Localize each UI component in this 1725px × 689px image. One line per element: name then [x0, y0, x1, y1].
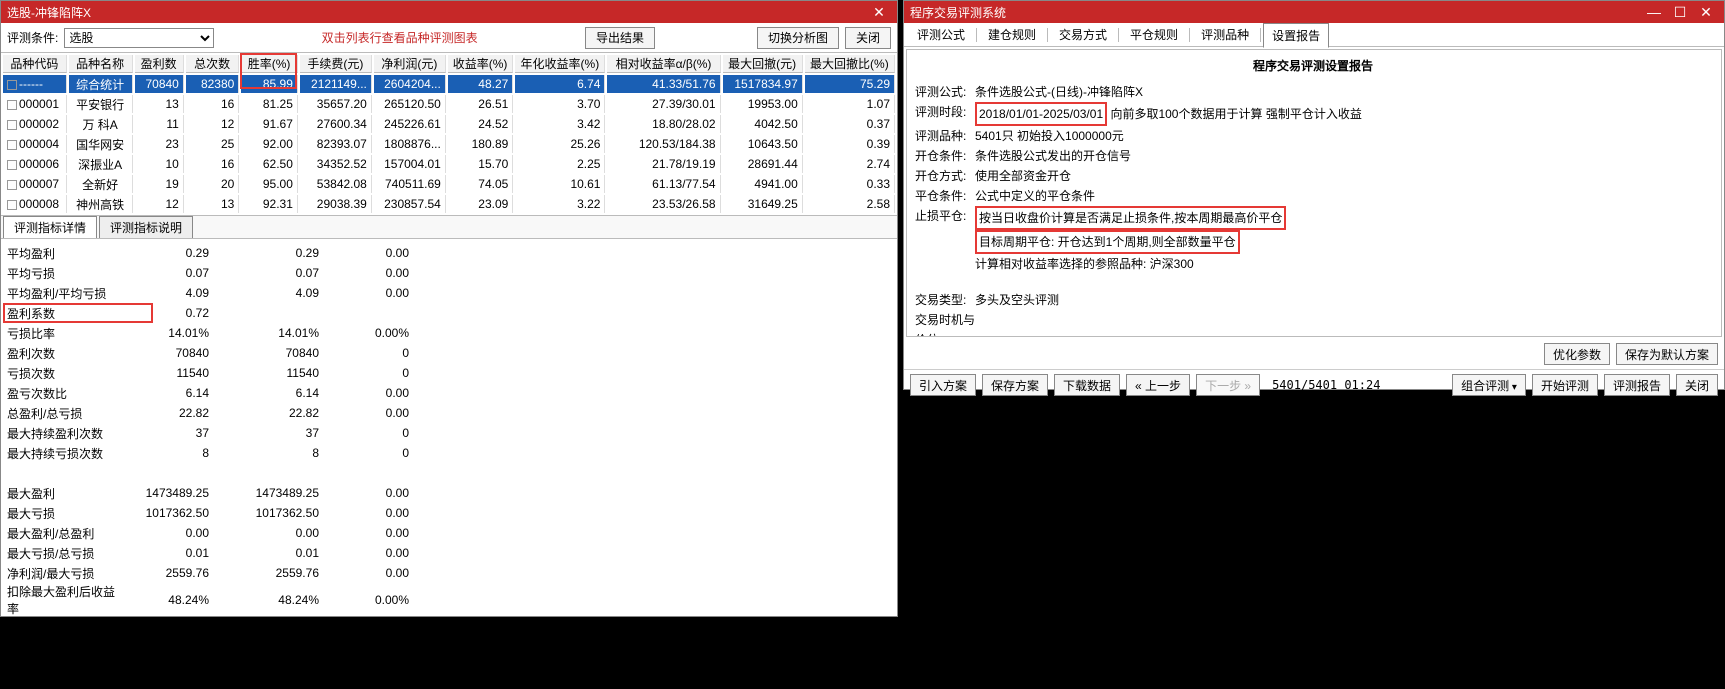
toolbar: 评测条件: 选股 双击列表行查看品种评测图表 导出结果 切换分析图 关闭	[1, 23, 897, 53]
table-row[interactable]: 000001平安银行131681.2535657.20265120.5026.5…	[3, 95, 895, 113]
switch-chart-button[interactable]: 切换分析图	[757, 27, 839, 49]
tab-detail[interactable]: 评测指标详情	[3, 216, 97, 238]
save-scheme-button[interactable]: 保存方案	[982, 374, 1048, 396]
metric-row: 盈利系数0.72	[3, 303, 413, 323]
report-line: 评测时段:2018/01/01-2025/03/01 向前多取100个数据用于计…	[915, 102, 1711, 126]
close-button[interactable]: 关闭	[1676, 374, 1718, 396]
combo-eval-button[interactable]: 组合评测	[1452, 374, 1526, 396]
table-row[interactable]: 000006深振业A101662.5034352.52157004.0115.7…	[3, 155, 895, 173]
metric-row: 最大持续亏损次数880	[3, 443, 413, 463]
report-panel: 程序交易评测设置报告 评测公式:条件选股公式-(日线)-冲锋陷阵X评测时段:20…	[906, 49, 1722, 337]
table-row[interactable]: 000007全新好192095.0053842.08740511.6974.05…	[3, 175, 895, 193]
cond-select[interactable]: 选股	[64, 28, 214, 48]
progress-status: 5401/5401 01:24	[1272, 378, 1380, 392]
download-data-button[interactable]: 下载数据	[1054, 374, 1120, 396]
metric-row: 盈利次数70840708400	[3, 343, 413, 363]
report-line: 开仓条件:条件选股公式发出的开仓信号	[915, 146, 1711, 166]
titlebar-right: 程序交易评测系统 ― ☐ ✕	[904, 1, 1724, 23]
window-title: 程序交易评测系统	[910, 4, 1006, 21]
optimize-button[interactable]: 优化参数	[1544, 343, 1610, 365]
metric-row: 扣除最大盈利后收益率48.24%48.24%0.00%	[3, 583, 413, 617]
table-row[interactable]: 000004国华网安232592.0082393.071808876...180…	[3, 135, 895, 153]
report-line: 止损平仓:按当日收盘价计算是否满足止损条件,按本周期最高价平仓	[915, 206, 1711, 230]
column-header[interactable]: 手续费(元)	[300, 55, 372, 73]
column-header[interactable]: 相对收益率α/β(%)	[607, 55, 720, 73]
column-header[interactable]: 品种名称	[69, 55, 133, 73]
start-eval-button[interactable]: 开始评测	[1532, 374, 1598, 396]
metric-row: 平均盈利0.290.290.00	[3, 243, 413, 263]
table-row[interactable]: 000008神州高铁121392.3129038.39230857.5423.0…	[3, 195, 895, 213]
report-buttons-row2: 引入方案 保存方案 下载数据 « 上一步 下一步 » 5401/5401 01:…	[904, 369, 1724, 400]
close-button[interactable]: 关闭	[845, 27, 891, 49]
report-line: 交易时机与价位:	[915, 310, 1711, 337]
report-line: 评测品种:5401只 初始投入1000000元	[915, 126, 1711, 146]
column-header[interactable]: 年化收益率(%)	[515, 55, 605, 73]
metric-row: 亏损次数11540115400	[3, 363, 413, 383]
window-title: 选股-冲锋陷阵X	[7, 4, 91, 21]
column-header[interactable]: 收益率(%)	[448, 55, 513, 73]
metric-row: 最大盈利/总盈利0.000.000.00	[3, 523, 413, 543]
metrics-tabs: 评测指标详情 评测指标说明	[1, 215, 897, 239]
titlebar-left: 选股-冲锋陷阵X ✕	[1, 1, 897, 23]
tab-3[interactable]: 平仓规则	[1121, 22, 1187, 47]
report-title: 程序交易评测设置报告	[915, 56, 1711, 76]
minimize-icon[interactable]: ―	[1642, 3, 1666, 21]
results-window: 选股-冲锋陷阵X ✕ 评测条件: 选股 双击列表行查看品种评测图表 导出结果 切…	[0, 0, 898, 617]
metric-row: 总盈利/总亏损22.8222.820.00	[3, 403, 413, 423]
import-scheme-button[interactable]: 引入方案	[910, 374, 976, 396]
settings-tabs: 评测公式建仓规则交易方式平仓规则评测品种设置报告	[904, 23, 1724, 47]
close-icon[interactable]: ✕	[867, 3, 891, 21]
column-header[interactable]: 最大回撤(元)	[723, 55, 803, 73]
close-icon[interactable]: ✕	[1694, 3, 1718, 21]
metric-row: 扣除最大亏损后收益率48.29%48.29%0.00%	[3, 617, 413, 629]
column-header[interactable]: 总次数	[186, 55, 239, 73]
metric-row: 最大亏损/总亏损0.010.010.00	[3, 543, 413, 563]
report-line: 开仓方式:使用全部资金开仓	[915, 166, 1711, 186]
metric-row: 最大盈利1473489.251473489.250.00	[3, 483, 413, 503]
column-header[interactable]: 胜率(%)	[241, 55, 298, 73]
prev-step-button[interactable]: « 上一步	[1126, 374, 1190, 396]
save-default-button[interactable]: 保存为默认方案	[1616, 343, 1718, 365]
metrics-table: 平均盈利0.290.290.00平均亏损0.070.070.00平均盈利/平均亏…	[3, 243, 413, 629]
metric-row: 亏损比率14.01%14.01%0.00%	[3, 323, 413, 343]
maximize-icon[interactable]: ☐	[1668, 3, 1692, 21]
report-buttons-row1: 优化参数 保存为默认方案	[904, 339, 1724, 369]
metric-row: 平均盈利/平均亏损4.094.090.00	[3, 283, 413, 303]
column-header[interactable]: 品种代码	[3, 55, 67, 73]
metric-row: 盈亏次数比6.146.140.00	[3, 383, 413, 403]
column-header[interactable]: 净利润(元)	[374, 55, 446, 73]
table-row[interactable]: ------综合统计708408238085.992121149...26042…	[3, 75, 895, 93]
column-header[interactable]: 盈利数	[135, 55, 184, 73]
table-row[interactable]: 000002万 科A111291.6727600.34245226.6124.5…	[3, 115, 895, 133]
metric-row: 最大亏损1017362.501017362.500.00	[3, 503, 413, 523]
report-line: 交易类型:多头及空头评测	[915, 290, 1711, 310]
report-line: 计算相对收益率选择的参照品种: 沪深300	[915, 254, 1711, 274]
results-table[interactable]: 品种代码品种名称盈利数总次数胜率(%)手续费(元)净利润(元)收益率(%)年化收…	[1, 53, 897, 215]
tab-0[interactable]: 评测公式	[908, 22, 974, 47]
cond-label: 评测条件:	[7, 29, 58, 46]
metric-row: 净利润/最大亏损2559.762559.760.00	[3, 563, 413, 583]
report-line: 评测公式:条件选股公式-(日线)-冲锋陷阵X	[915, 82, 1711, 102]
tab-5[interactable]: 设置报告	[1263, 23, 1329, 48]
hint-text: 双击列表行查看品种评测图表	[220, 29, 579, 46]
tab-desc[interactable]: 评测指标说明	[99, 216, 193, 238]
export-button[interactable]: 导出结果	[585, 27, 655, 49]
column-header[interactable]: 最大回撤比(%)	[805, 55, 895, 73]
report-line: 平仓条件:公式中定义的平仓条件	[915, 186, 1711, 206]
metric-row: 平均亏损0.070.070.00	[3, 263, 413, 283]
metric-row: 最大持续盈利次数37370	[3, 423, 413, 443]
tab-1[interactable]: 建仓规则	[979, 22, 1045, 47]
tab-2[interactable]: 交易方式	[1050, 22, 1116, 47]
tab-4[interactable]: 评测品种	[1192, 22, 1258, 47]
system-window: 程序交易评测系统 ― ☐ ✕ 评测公式建仓规则交易方式平仓规则评测品种设置报告 …	[903, 0, 1725, 390]
next-step-button[interactable]: 下一步 »	[1196, 374, 1260, 396]
report-line: 目标周期平仓: 开仓达到1个周期,则全部数量平仓	[915, 230, 1711, 254]
eval-report-button[interactable]: 评测报告	[1604, 374, 1670, 396]
